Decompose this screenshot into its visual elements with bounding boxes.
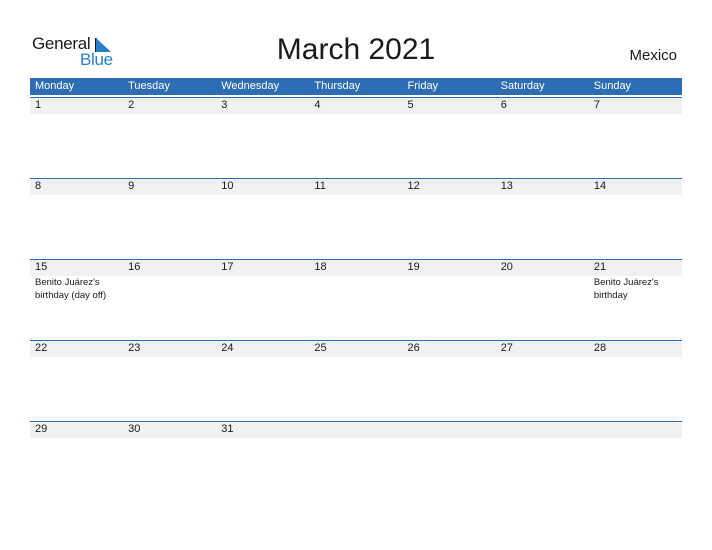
holiday-label: Benito Juárez's birthday (day off) bbox=[35, 277, 107, 301]
day-number: 5 bbox=[407, 99, 414, 111]
weekday-header: Monday Tuesday Wednesday Thursday Friday… bbox=[30, 78, 682, 95]
day-number: 28 bbox=[593, 342, 607, 354]
calendar-title: March 2021 bbox=[276, 33, 436, 66]
day-cell: 2 bbox=[123, 97, 216, 178]
day-cell: 20 bbox=[496, 259, 589, 340]
weekday-monday: Monday bbox=[35, 80, 75, 92]
day-cell bbox=[309, 421, 402, 502]
day-cell: 26 bbox=[403, 340, 496, 421]
day-number: 6 bbox=[500, 99, 507, 111]
day-number: 29 bbox=[35, 423, 48, 435]
day-number bbox=[501, 421, 589, 438]
day-number bbox=[594, 421, 682, 438]
day-number: 8 bbox=[35, 180, 42, 192]
day-number: 7 bbox=[593, 99, 600, 111]
day-number: 26 bbox=[407, 342, 420, 354]
day-cell: 6 bbox=[496, 97, 589, 178]
day-cell: 24 bbox=[216, 340, 309, 421]
day-cell: 13 bbox=[496, 178, 589, 259]
day-number: 10 bbox=[221, 180, 234, 192]
day-number: 16 bbox=[128, 261, 141, 273]
day-cell: 30 bbox=[123, 421, 216, 502]
day-number: 21 bbox=[593, 261, 607, 273]
day-number: 23 bbox=[128, 342, 141, 354]
day-number: 2 bbox=[128, 99, 135, 111]
day-cell: 19 bbox=[403, 259, 496, 340]
day-number: 20 bbox=[500, 261, 513, 273]
country-label: Mexico bbox=[629, 47, 677, 64]
day-number: 1 bbox=[35, 99, 42, 111]
day-cell: 12 bbox=[403, 178, 496, 259]
day-cell: 8 bbox=[30, 178, 123, 259]
day-cell: 27 bbox=[496, 340, 589, 421]
day-cell: 25 bbox=[309, 340, 402, 421]
day-cell bbox=[403, 421, 496, 502]
day-number: 30 bbox=[128, 423, 141, 435]
week-row: 1 2 3 4 5 6 7 bbox=[30, 97, 682, 178]
day-number: 12 bbox=[407, 180, 420, 192]
week-row: 29 30 31 bbox=[30, 421, 682, 502]
day-number bbox=[408, 421, 496, 438]
day-number: 18 bbox=[314, 261, 327, 273]
day-number: 17 bbox=[221, 261, 234, 273]
day-cell bbox=[589, 421, 682, 502]
weekday-friday: Friday bbox=[407, 80, 439, 92]
day-cell: 29 bbox=[30, 421, 123, 502]
day-cell: 15 Benito Juárez's birthday (day off) bbox=[30, 259, 123, 340]
week-row: 8 9 10 11 12 13 14 bbox=[30, 178, 682, 259]
week-row: 22 23 24 25 26 27 28 bbox=[30, 340, 682, 421]
day-number: 9 bbox=[128, 180, 135, 192]
day-cell: 7 bbox=[589, 97, 682, 178]
week-row: 15 Benito Juárez's birthday (day off) 16 17… bbox=[30, 259, 682, 340]
weekday-sunday: Sunday bbox=[593, 80, 632, 92]
day-number: 15 bbox=[35, 261, 48, 273]
day-cell: 22 bbox=[30, 340, 123, 421]
day-cell: 17 bbox=[216, 259, 309, 340]
day-number: 19 bbox=[407, 261, 420, 273]
day-number: 4 bbox=[314, 99, 321, 111]
day-cell bbox=[496, 421, 589, 502]
day-cell: 21 Benito Juárez's birthday bbox=[589, 259, 682, 340]
day-number: 31 bbox=[221, 423, 234, 435]
weekday-tuesday: Tuesday bbox=[128, 80, 170, 92]
day-cell: 16 bbox=[123, 259, 216, 340]
weekday-wednesday: Wednesday bbox=[221, 80, 280, 92]
day-cell: 14 bbox=[589, 178, 682, 259]
day-number: 25 bbox=[314, 342, 327, 354]
day-number: 24 bbox=[221, 342, 234, 354]
day-cell: 31 bbox=[216, 421, 309, 502]
day-number: 22 bbox=[35, 342, 48, 354]
day-cell: 28 bbox=[589, 340, 682, 421]
day-cell: 23 bbox=[123, 340, 216, 421]
day-number: 11 bbox=[314, 180, 326, 192]
day-cell: 10 bbox=[216, 178, 309, 259]
day-cell: 9 bbox=[123, 178, 216, 259]
day-number bbox=[314, 421, 402, 438]
weekday-thursday: Thursday bbox=[314, 80, 361, 92]
day-number: 13 bbox=[500, 180, 513, 192]
day-cell: 5 bbox=[403, 97, 496, 178]
weekday-saturday: Saturday bbox=[500, 80, 545, 92]
day-number: 3 bbox=[221, 99, 228, 111]
holiday-label: Benito Juárez's birthday bbox=[593, 277, 659, 301]
day-cell: 4 bbox=[309, 97, 402, 178]
day-number: 14 bbox=[593, 180, 607, 192]
day-cell: 3 bbox=[216, 97, 309, 178]
day-cell: 18 bbox=[309, 259, 402, 340]
day-number: 27 bbox=[500, 342, 513, 354]
day-cell: 1 bbox=[30, 97, 123, 178]
day-cell: 11 bbox=[309, 178, 402, 259]
